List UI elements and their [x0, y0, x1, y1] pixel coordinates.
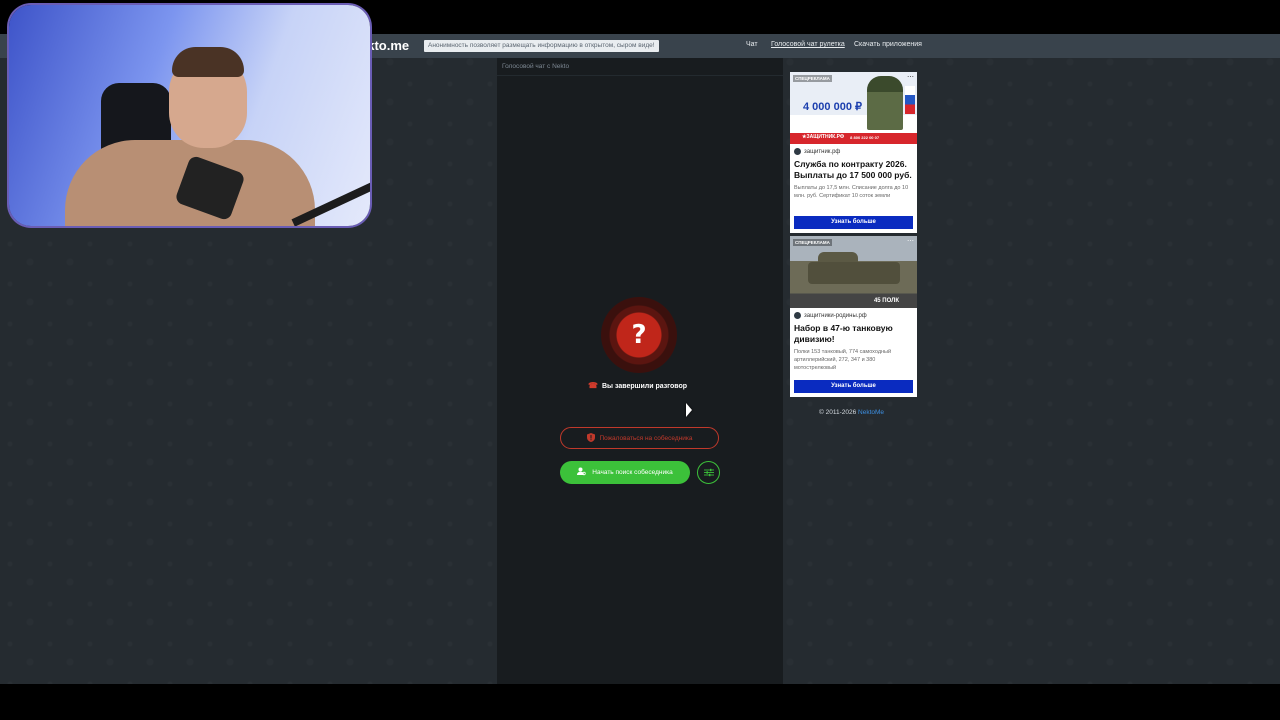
voice-chat-panel: Голосовой чат с Nekto ? ☎ Вы завершили ра…: [497, 58, 783, 684]
question-icon: ?: [601, 297, 677, 373]
question-glyph: ?: [631, 320, 647, 350]
report-partner-button[interactable]: Пожаловаться на собеседника: [560, 427, 719, 449]
shield-icon: [586, 432, 595, 444]
globe-icon: [794, 312, 801, 319]
user-search-icon: [577, 467, 586, 478]
tank-image: [808, 262, 900, 284]
ad-description: Полки 153 танковый, 774 самоходный артил…: [794, 349, 892, 371]
ad-banner-image: СПЕЦРЕКЛАМА ⋯ 4 000 000 ₽ ★ЗАЩИТНИК.РФ 8…: [790, 72, 917, 144]
ad-more-icon[interactable]: ⋯: [907, 73, 914, 81]
start-search-button[interactable]: Начать поиск собеседника: [560, 461, 690, 484]
streamer-hair: [172, 47, 244, 77]
call-ended-text: Вы завершили разговор: [601, 383, 688, 390]
soldier-image: [867, 76, 903, 130]
ad-domain-text: защитники-родины.рф: [804, 312, 867, 319]
ad-banner-footer: ★ЗАЩИТНИК.РФ 8 800 222 00 07: [790, 130, 917, 144]
ad-brand-text: ★ЗАЩИТНИК.РФ: [802, 134, 845, 140]
mouse-cursor-icon: [686, 403, 692, 417]
site-tagline: Анонимность позволяет размещать информац…: [424, 40, 659, 52]
streamer-webcam-overlay: [9, 5, 370, 226]
ad-amount: 4 000 000 ₽: [803, 101, 862, 113]
ad-image-tag: 45 ПОЛК: [873, 298, 899, 304]
ad-learn-more-button[interactable]: Узнать больше: [794, 380, 913, 393]
ad-badge: СПЕЦРЕКЛАМА: [793, 239, 832, 246]
ad-badge: СПЕЦРЕКЛАМА: [793, 75, 832, 82]
call-ended-status: ☎ Вы завершили разговор: [588, 381, 687, 390]
copyright-footer: © 2011-2026 NektoMe: [819, 409, 884, 416]
ad-title[interactable]: Набор в 47-ю танковую дивизию!: [794, 323, 916, 344]
report-partner-label: Пожаловаться на собеседника: [599, 434, 693, 442]
nektome-link[interactable]: NektoMe: [858, 409, 884, 416]
ad-learn-more-button[interactable]: Узнать больше: [794, 216, 913, 229]
globe-icon: [794, 148, 801, 155]
nav-link-download-apps[interactable]: Скачать приложения: [854, 41, 922, 48]
start-search-label: Начать поиск собеседника: [592, 469, 673, 476]
ad-banner-image: СПЕЦРЕКЛАМА ⋯ 45 ПОЛК: [790, 236, 917, 308]
ad-domain: защитник.рф: [794, 148, 840, 155]
chat-panel-title: Голосовой чат с Nekto: [497, 58, 783, 76]
copyright-text: © 2011-2026: [819, 409, 857, 416]
hangup-phone-icon: ☎: [588, 381, 598, 390]
ad-card-contract-service[interactable]: СПЕЦРЕКЛАМА ⋯ 4 000 000 ₽ ★ЗАЩИТНИК.РФ 8…: [790, 72, 917, 233]
ad-more-icon[interactable]: ⋯: [907, 237, 914, 245]
ad-description: Выплаты до 17,5 млн. Списание долга до 1…: [794, 185, 909, 199]
ad-domain-text: защитник.рф: [804, 148, 841, 155]
ad-card-tank-division[interactable]: СПЕЦРЕКЛАМА ⋯ 45 ПОЛК защитники-родины.р…: [790, 236, 917, 397]
nav-link-chat[interactable]: Чат: [746, 41, 758, 48]
sliders-icon: [703, 464, 714, 482]
nav-link-voice-chat[interactable]: Голосовой чат рулетка: [771, 41, 845, 48]
ad-title[interactable]: Служба по контракту 2026. Выплаты до 17 …: [794, 159, 916, 180]
filter-settings-button[interactable]: [697, 461, 720, 484]
ad-phone: 8 800 222 00 07: [850, 134, 880, 140]
ad-domain: защитники-родины.рф: [794, 312, 867, 319]
russian-flag-icon: [905, 86, 915, 114]
